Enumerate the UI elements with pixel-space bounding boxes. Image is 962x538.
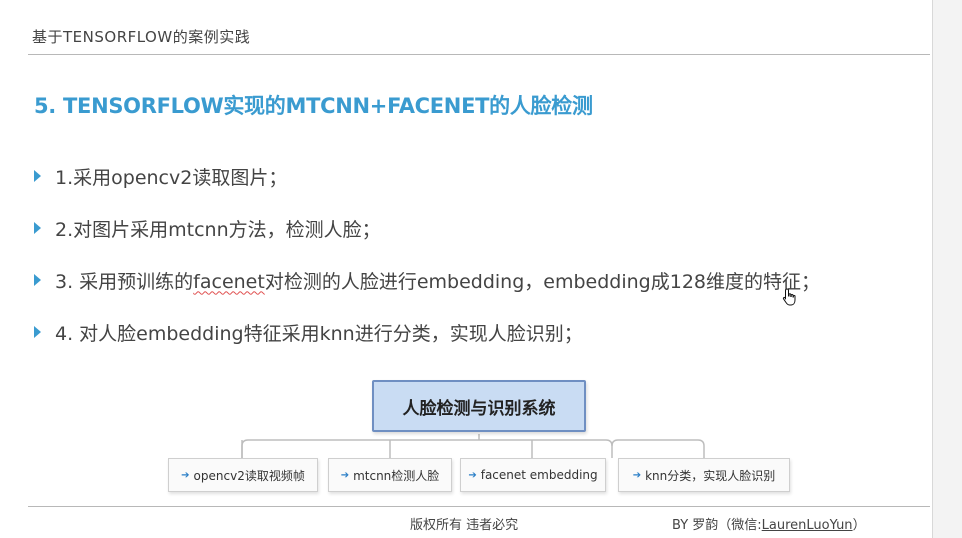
triangle-bullet-icon <box>34 222 41 234</box>
diagram-root-node: 人脸检测与识别系统 <box>372 380 586 432</box>
bullet-text: 3. 采用预训练的facenet对检测的人脸进行embedding，embedd… <box>55 267 820 294</box>
author-prefix: BY 罗韵（微信: <box>672 518 762 533</box>
diagram-child-label: knn分类，实现人脸识别 <box>645 468 776 483</box>
diagram-child-label: mtcnn检测人脸 <box>353 468 440 483</box>
bullet-text: 4. 对人脸embedding特征采用knn进行分类，实现人脸识别； <box>55 322 583 345</box>
bullet-item: 2.对图片采用mtcnn方法，检测人脸； <box>34 202 820 254</box>
triangle-bullet-icon <box>34 170 41 182</box>
footer-copyright: 版权所有 违者必究 <box>410 518 519 533</box>
bullet-text: 2.对图片采用mtcnn方法，检测人脸； <box>55 218 381 241</box>
diagram-child-node: ➔ opencv2读取视频帧 <box>168 458 318 492</box>
triangle-bullet-icon <box>34 326 41 338</box>
footer-divider <box>28 506 930 507</box>
bullet-item: 1.采用opencv2读取图片； <box>34 150 820 202</box>
diagram-child-node: ➔ facenet embedding <box>460 458 606 492</box>
bullet-list: 1.采用opencv2读取图片； 2.对图片采用mtcnn方法，检测人脸； 3.… <box>34 150 820 358</box>
arrow-right-icon: ➔ <box>181 469 190 481</box>
bullet-text: 1.采用opencv2读取图片； <box>55 166 288 189</box>
bullet-item: 3. 采用预训练的facenet对检测的人脸进行embedding，embedd… <box>34 254 820 306</box>
diagram-child-label: opencv2读取视频帧 <box>193 468 305 483</box>
page-title: 基于TENSORFLOW的案例实践 <box>32 28 251 46</box>
spellcheck-word: facenet <box>193 270 265 293</box>
triangle-bullet-icon <box>34 274 41 286</box>
window-edge <box>932 0 962 538</box>
footer-author: BY 罗韵（微信:LaurenLuoYun） <box>672 514 866 533</box>
hand-cursor-icon <box>782 288 796 306</box>
arrow-right-icon: ➔ <box>468 469 477 481</box>
author-handle: LaurenLuoYun <box>761 518 853 533</box>
bullet-item: 4. 对人脸embedding特征采用knn进行分类，实现人脸识别； <box>34 306 820 358</box>
diagram-child-node: ➔ knn分类，实现人脸识别 <box>618 458 790 492</box>
bullet-text-prefix: 3. 采用预训练的 <box>55 270 194 293</box>
author-suffix: ） <box>852 518 866 533</box>
diagram-child-node: ➔ mtcnn检测人脸 <box>328 458 452 492</box>
arrow-right-icon: ➔ <box>340 469 350 481</box>
bullet-text-suffix: 对检测的人脸进行embedding，embedding成128维度的特征； <box>264 270 820 293</box>
diagram-child-label: facenet embedding <box>480 468 598 482</box>
slide-heading: 5. TENSORFLOW实现的MTCNN+FACENET的人脸检测 <box>34 94 593 118</box>
header-divider <box>28 54 930 55</box>
arrow-right-icon: ➔ <box>632 469 642 481</box>
system-diagram: 人脸检测与识别系统 ➔ opencv2读取视频帧 ➔ mtcnn检测人脸 ➔ face… <box>160 372 800 502</box>
